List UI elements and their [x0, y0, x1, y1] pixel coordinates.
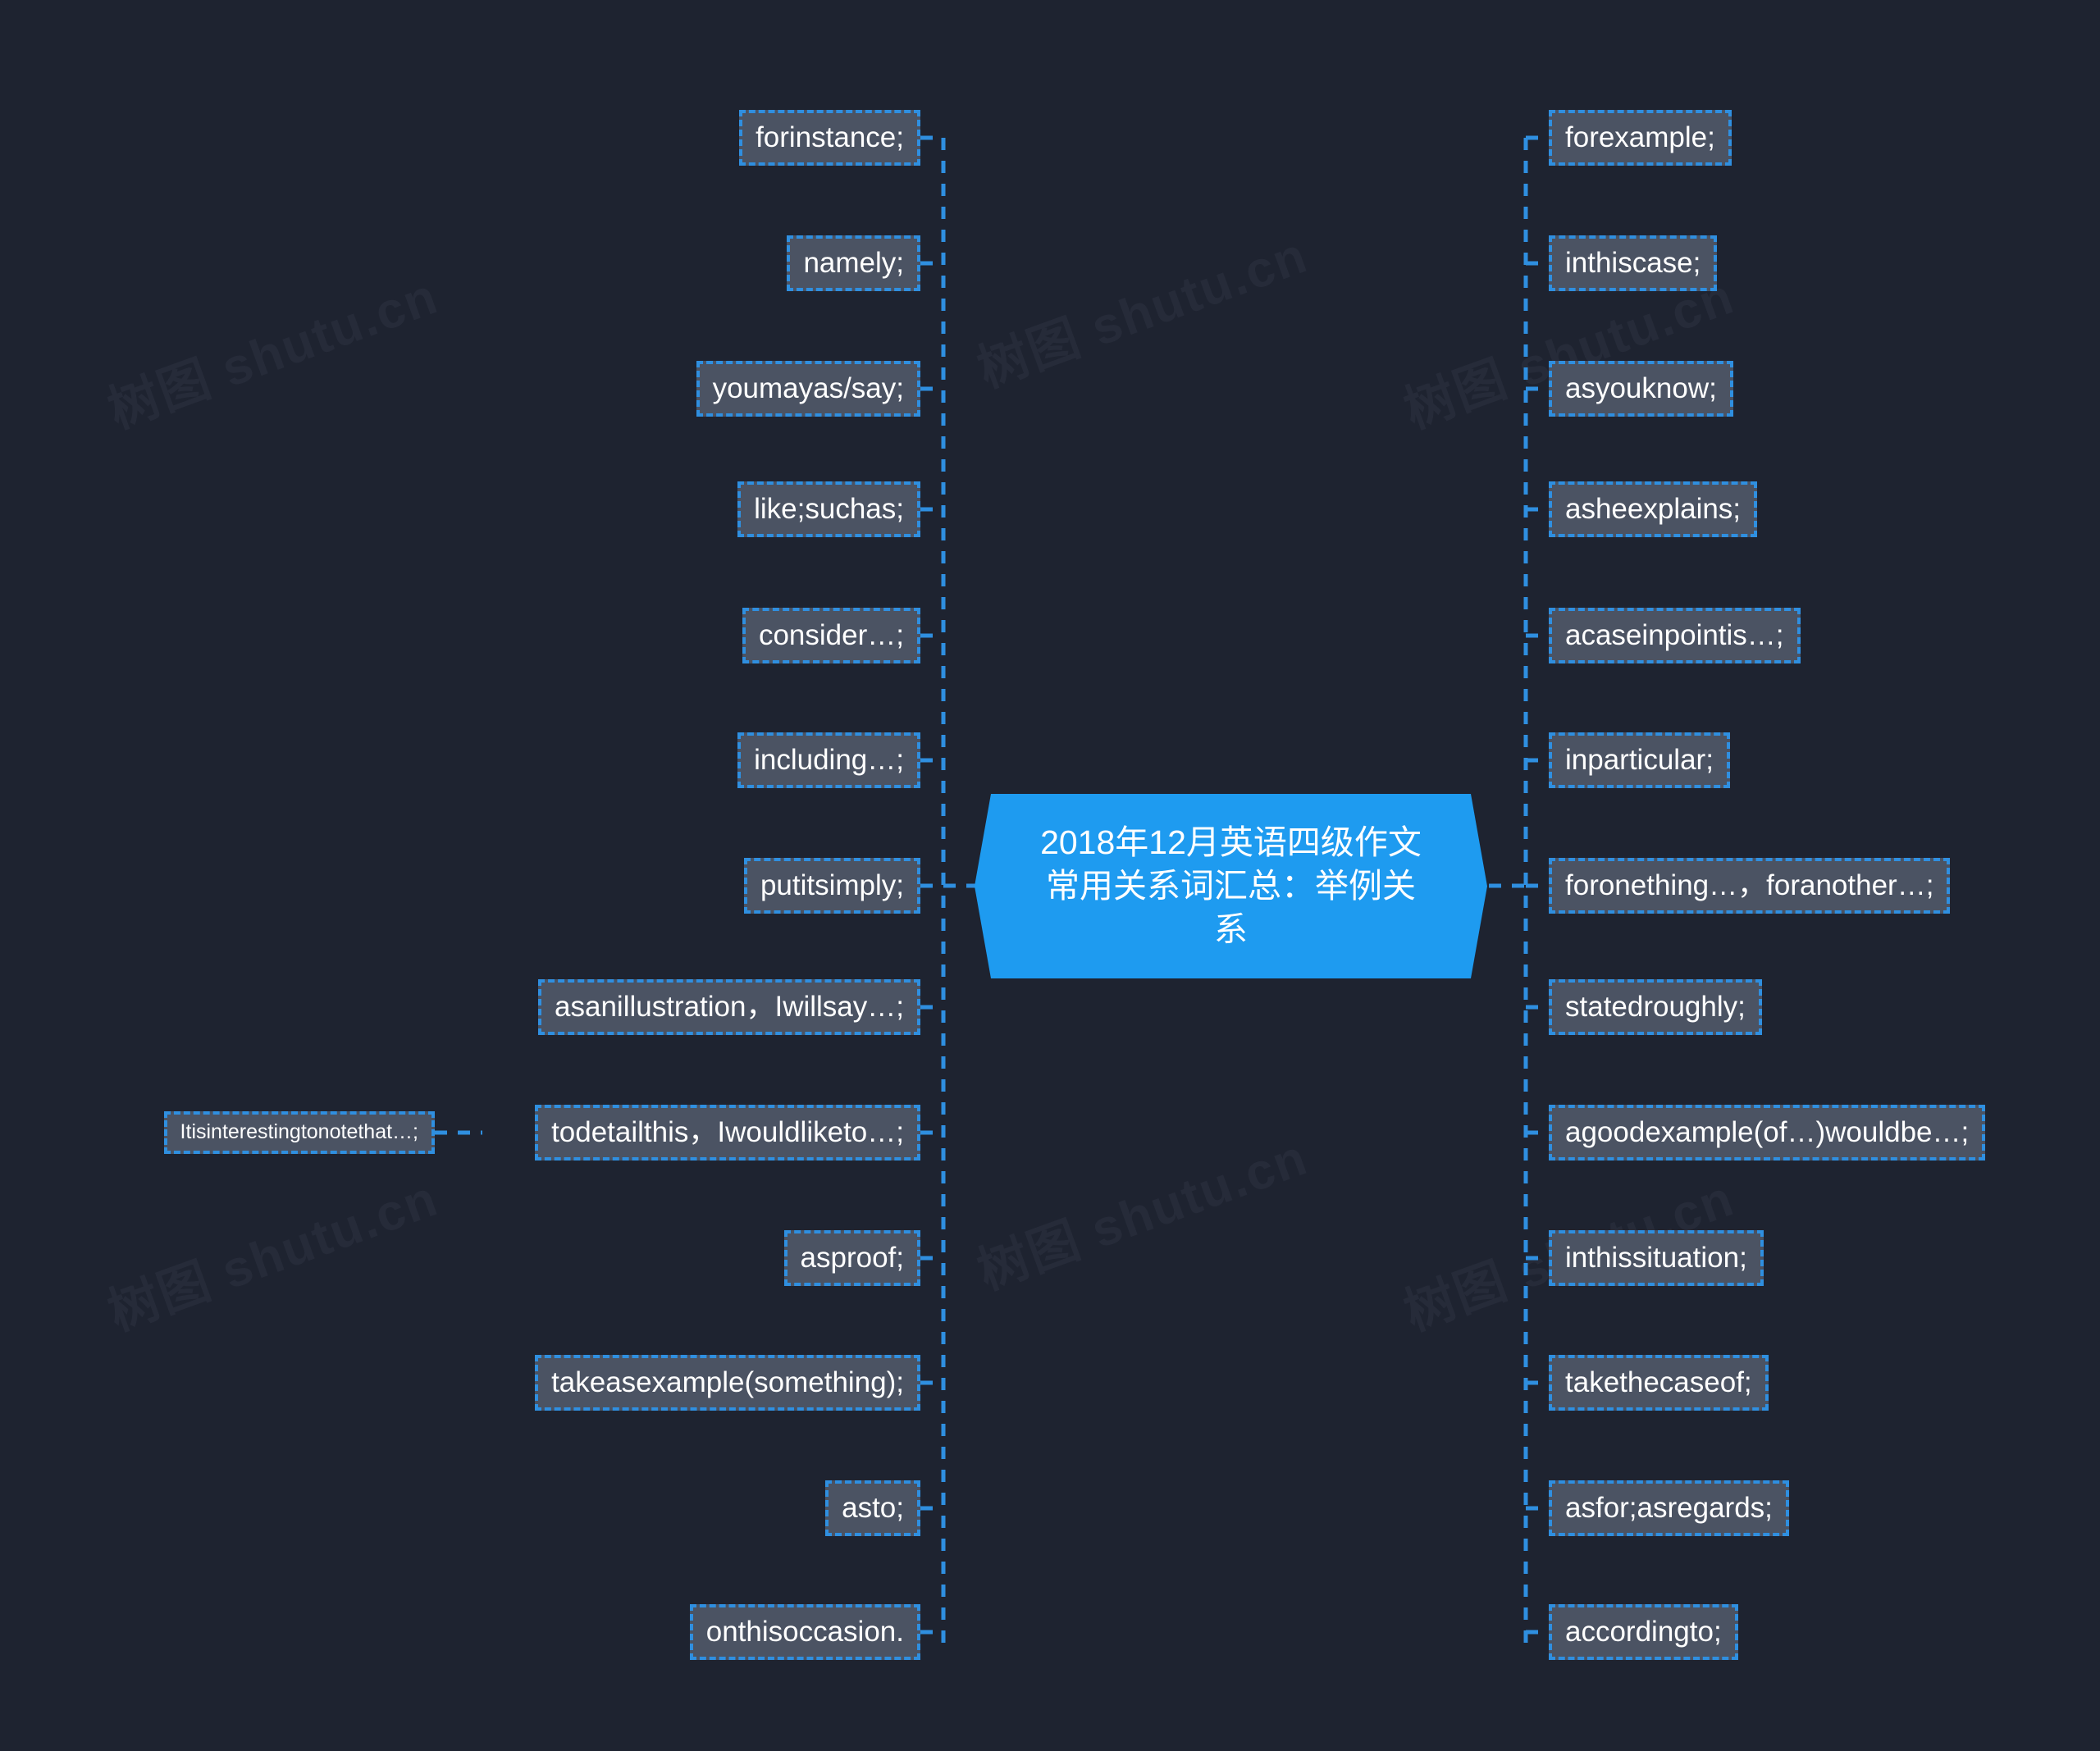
root-line-3: 系	[1213, 910, 1248, 949]
node-label: asheexplains;	[1565, 492, 1742, 525]
left-node-putitsimply[interactable]: putitsimply;	[743, 858, 920, 914]
node-label: agoodexample(of…)wouldbe…;	[1565, 1115, 1970, 1148]
node-label: asproof;	[800, 1241, 904, 1274]
watermark-text: 树图 shutu.cn	[101, 1170, 445, 1342]
node-label: forinstance;	[756, 121, 904, 153]
right-node-inthissituation[interactable]: inthissituation;	[1549, 1230, 1764, 1286]
mindmap-canvas: 树图 shutu.cn 树图 shutu.cn 树图 shutu.cn 树图 shut…	[0, 0, 2100, 1751]
left-node-onthisoccasion[interactable]: onthisoccasion.	[689, 1604, 920, 1660]
right-node-takethecaseof[interactable]: takethecaseof;	[1549, 1355, 1769, 1411]
watermark-text: 树图 shutu.cn	[970, 1129, 1315, 1301]
left-node-asanillustration[interactable]: asanillustration，Iwillsay…;	[538, 979, 920, 1035]
left-node-including[interactable]: including…;	[737, 732, 920, 788]
node-label: onthisoccasion.	[705, 1615, 904, 1648]
left-node-forinstance[interactable]: forinstance;	[739, 110, 920, 166]
node-label: inparticular;	[1565, 743, 1714, 776]
node-label: asyouknow;	[1565, 372, 1717, 404]
node-label: accordingto;	[1565, 1615, 1722, 1648]
left-node-asproof[interactable]: asproof;	[783, 1230, 920, 1286]
node-label: putitsimply;	[760, 869, 904, 901]
node-label: statedroughly;	[1565, 990, 1746, 1023]
node-label: inthissituation;	[1565, 1241, 1747, 1274]
left-node-itisinterestingtonotethat[interactable]: Itisinterestingtonotethat…;	[163, 1111, 435, 1154]
right-node-acaseinpointis[interactable]: acaseinpointis…;	[1549, 608, 1801, 663]
right-node-forexample[interactable]: forexample;	[1549, 110, 1732, 166]
node-label: takethecaseof;	[1565, 1366, 1752, 1398]
node-label: including…;	[754, 743, 904, 776]
node-label: forexample;	[1565, 121, 1715, 153]
root-line-1: 2018年12月英语四级作文	[1040, 823, 1422, 861]
node-label: takeasexample(something);	[551, 1366, 904, 1398]
left-node-todetailthis[interactable]: todetailthis，Iwouldliketo…;	[535, 1105, 920, 1160]
node-label: youmayas/say;	[712, 372, 904, 404]
node-label: asfor;asregards;	[1565, 1491, 1773, 1524]
node-label: like;suchas;	[754, 492, 904, 525]
right-node-asheexplains[interactable]: asheexplains;	[1549, 481, 1758, 537]
node-label: asanillustration，Iwillsay…;	[555, 990, 904, 1023]
node-label: consider…;	[758, 618, 904, 651]
right-node-statedroughly[interactable]: statedroughly;	[1549, 979, 1762, 1035]
right-node-asforasregards[interactable]: asfor;asregards;	[1549, 1480, 1789, 1536]
right-node-foronething[interactable]: foronething…，foranother…;	[1549, 858, 1951, 914]
node-label: foronething…，foranother…;	[1565, 869, 1934, 901]
root-line-2: 常用关系词汇总：举例关	[1045, 866, 1416, 905]
right-node-agoodexample[interactable]: agoodexample(of…)wouldbe…;	[1549, 1105, 1986, 1160]
left-node-consider[interactable]: consider…;	[742, 608, 920, 663]
left-node-namely[interactable]: namely;	[787, 235, 920, 291]
root-node[interactable]: 2018年12月英语四级作文 常用关系词汇总：举例关 系	[975, 794, 1487, 978]
left-node-takeasexample[interactable]: takeasexample(something);	[535, 1355, 920, 1411]
node-label: inthiscase;	[1565, 246, 1701, 279]
right-node-inparticular[interactable]: inparticular;	[1549, 732, 1730, 788]
node-label: acaseinpointis…;	[1565, 618, 1784, 651]
left-node-likesuchas[interactable]: like;suchas;	[737, 481, 920, 537]
right-node-inthiscase[interactable]: inthiscase;	[1549, 235, 1718, 291]
watermark-text: 树图 shutu.cn	[101, 267, 445, 440]
left-node-asto[interactable]: asto;	[825, 1480, 920, 1536]
right-node-asyouknow[interactable]: asyouknow;	[1549, 361, 1733, 417]
node-label: namely;	[803, 246, 904, 279]
watermark-text: 树图 shutu.cn	[970, 226, 1315, 399]
left-node-youmayassay[interactable]: youmayas/say;	[696, 361, 920, 417]
node-label: todetailthis，Iwouldliketo…;	[551, 1115, 904, 1148]
node-label: asto;	[842, 1491, 904, 1524]
right-node-accordingto[interactable]: accordingto;	[1549, 1604, 1738, 1660]
node-label: Itisinterestingtonotethat…;	[180, 1120, 418, 1144]
